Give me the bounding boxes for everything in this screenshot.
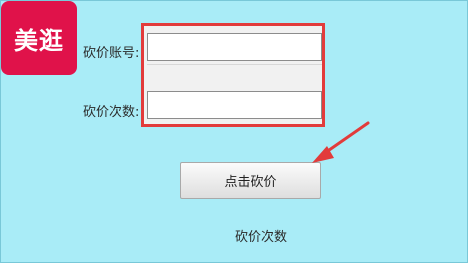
account-input[interactable] xyxy=(147,33,322,61)
count-input[interactable] xyxy=(147,91,322,119)
count-label: 砍价次数: xyxy=(83,105,140,120)
app-logo: 美逛 xyxy=(1,1,77,75)
account-label: 砍价账号: xyxy=(83,46,140,61)
input-divider xyxy=(147,64,322,65)
logo-text: 美逛 xyxy=(14,26,64,55)
bargain-button[interactable]: 点击砍价 xyxy=(180,162,321,199)
bargain-count-text: 砍价次数 xyxy=(235,230,288,245)
